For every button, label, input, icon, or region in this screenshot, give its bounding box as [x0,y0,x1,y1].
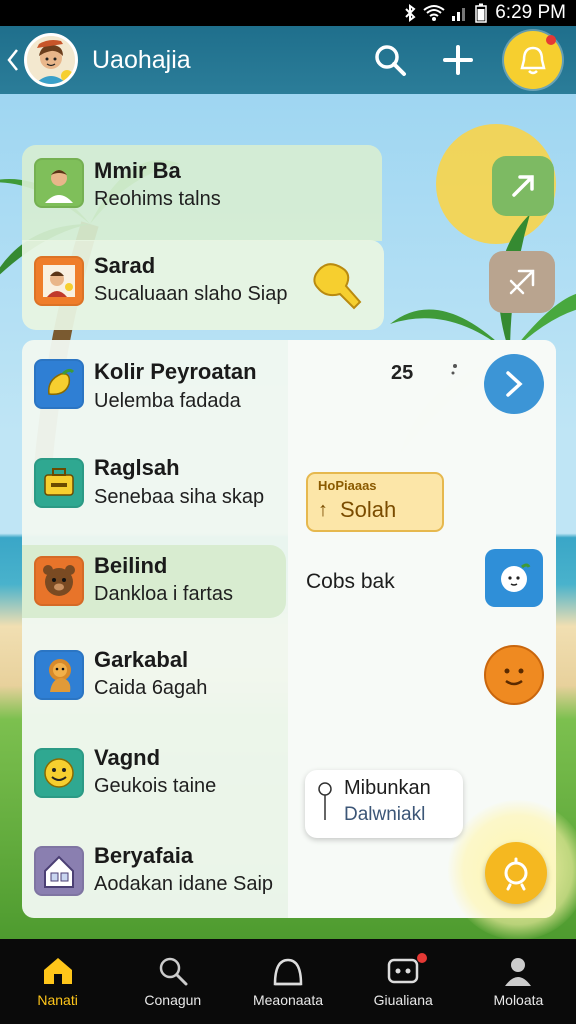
nav-search-label: Conagun [144,991,202,1008]
person-icon [34,158,84,208]
briefcase-icon [34,458,84,508]
search-icon [159,957,188,985]
info-card-title: Mibunkan [344,777,431,799]
nav-chat[interactable]: Giualiana [346,939,461,1024]
more-options-icon[interactable] [446,362,460,382]
item-count: 25 [391,362,414,384]
list-item-2-title: Raglsah [94,455,180,480]
list-item-1-title: Kolir Peyroatan [94,359,257,384]
house-icon [34,846,84,896]
list-item-5-title: Vagnd [94,745,161,770]
bluetooth-icon [405,4,416,22]
tag-label: Solah [340,497,397,522]
nav-home-label: Nanati [37,991,78,1008]
status-icons [403,3,487,23]
side-action-button-2[interactable] [489,251,555,313]
next-button[interactable] [484,354,544,414]
chat-bot-icon [387,958,419,983]
search-icon [375,45,406,76]
app-bar: Uaohajia [0,26,576,94]
hand-icon[interactable] [306,254,366,314]
arrow-double-right-icon [509,269,535,295]
nav-home[interactable]: Nanati [0,939,115,1024]
search-button[interactable] [368,38,412,82]
top-card-1-title: Mmir Ba [94,158,181,183]
bottom-navigation: Nanati Conagun Meaonaata Giualiana Moloa… [0,939,576,1024]
person-icon [505,957,532,986]
chevron-right-icon [506,371,523,397]
battery-icon [475,3,487,23]
wifi-icon [423,5,445,21]
smiley-icon [34,748,84,798]
nav-search[interactable]: Conagun [115,939,230,1024]
status-time: 6:29 PM [495,2,566,23]
status-bar: 6:29 PM [0,0,576,26]
pin-icon [318,782,332,820]
avatar[interactable] [24,33,78,87]
ring-icon [504,857,528,891]
nav-chat-badge [416,953,427,963]
list-item-3-title: Beilind [94,553,168,578]
list-item-1-subtitle: Uelemba fadada [94,390,241,412]
dome-icon [273,958,303,985]
plus-icon [443,45,473,75]
ghost-icon [501,563,531,592]
bear-icon [34,556,84,606]
arrow-up-icon: ↑ [318,499,328,521]
cobs-label: Cobs bak [306,570,395,593]
lion-icon [34,650,84,700]
list-item-6-subtitle: Aodakan idane Saip [94,873,274,895]
top-card-2-subtitle: Sucaluaan slaho Siap [94,283,288,305]
side-action-button-1[interactable] [492,156,554,216]
top-card-1-subtitle: Reohims talns [94,188,221,210]
list-item-4-title: Garkabal [94,647,189,672]
list-item-2-subtitle: Senebaa siha skap [94,486,265,508]
home-icon [43,957,72,984]
nav-profile-label: Moloata [493,991,544,1008]
nav-messages-label: Meaonaata [252,991,324,1008]
arrow-up-right-icon [512,175,534,197]
person-icon [34,256,84,306]
add-button[interactable] [436,38,480,82]
floating-action-button[interactable] [485,842,547,904]
notifications-button[interactable] [504,31,562,89]
list-item-3-subtitle: Dankloa i fartas [94,583,233,605]
signal-icon [452,8,466,21]
mango-icon [34,359,84,409]
nav-messages[interactable]: Meaonaata [230,939,345,1024]
tag-caption: HoPiaaas [318,478,377,493]
avatar-boy-icon [27,36,75,84]
ghost-app-button[interactable] [485,549,543,607]
nav-chat-label: Giualiana [373,991,433,1008]
list-item-6-title: Beryafaia [94,843,194,868]
notification-badge [546,35,556,45]
back-chevron-icon[interactable] [2,40,24,80]
orange-face-icon[interactable] [484,645,544,705]
info-card-subtitle: Dalwniakl [344,804,426,825]
list-item-5-subtitle: Geukois taine [94,775,217,797]
top-card-2-title: Sarad [94,253,156,278]
nav-profile[interactable]: Moloata [461,939,576,1024]
app-title: Uaohajia [92,45,191,74]
list-item-4-subtitle: Caida 6agah [94,677,208,699]
bell-icon [520,46,546,75]
